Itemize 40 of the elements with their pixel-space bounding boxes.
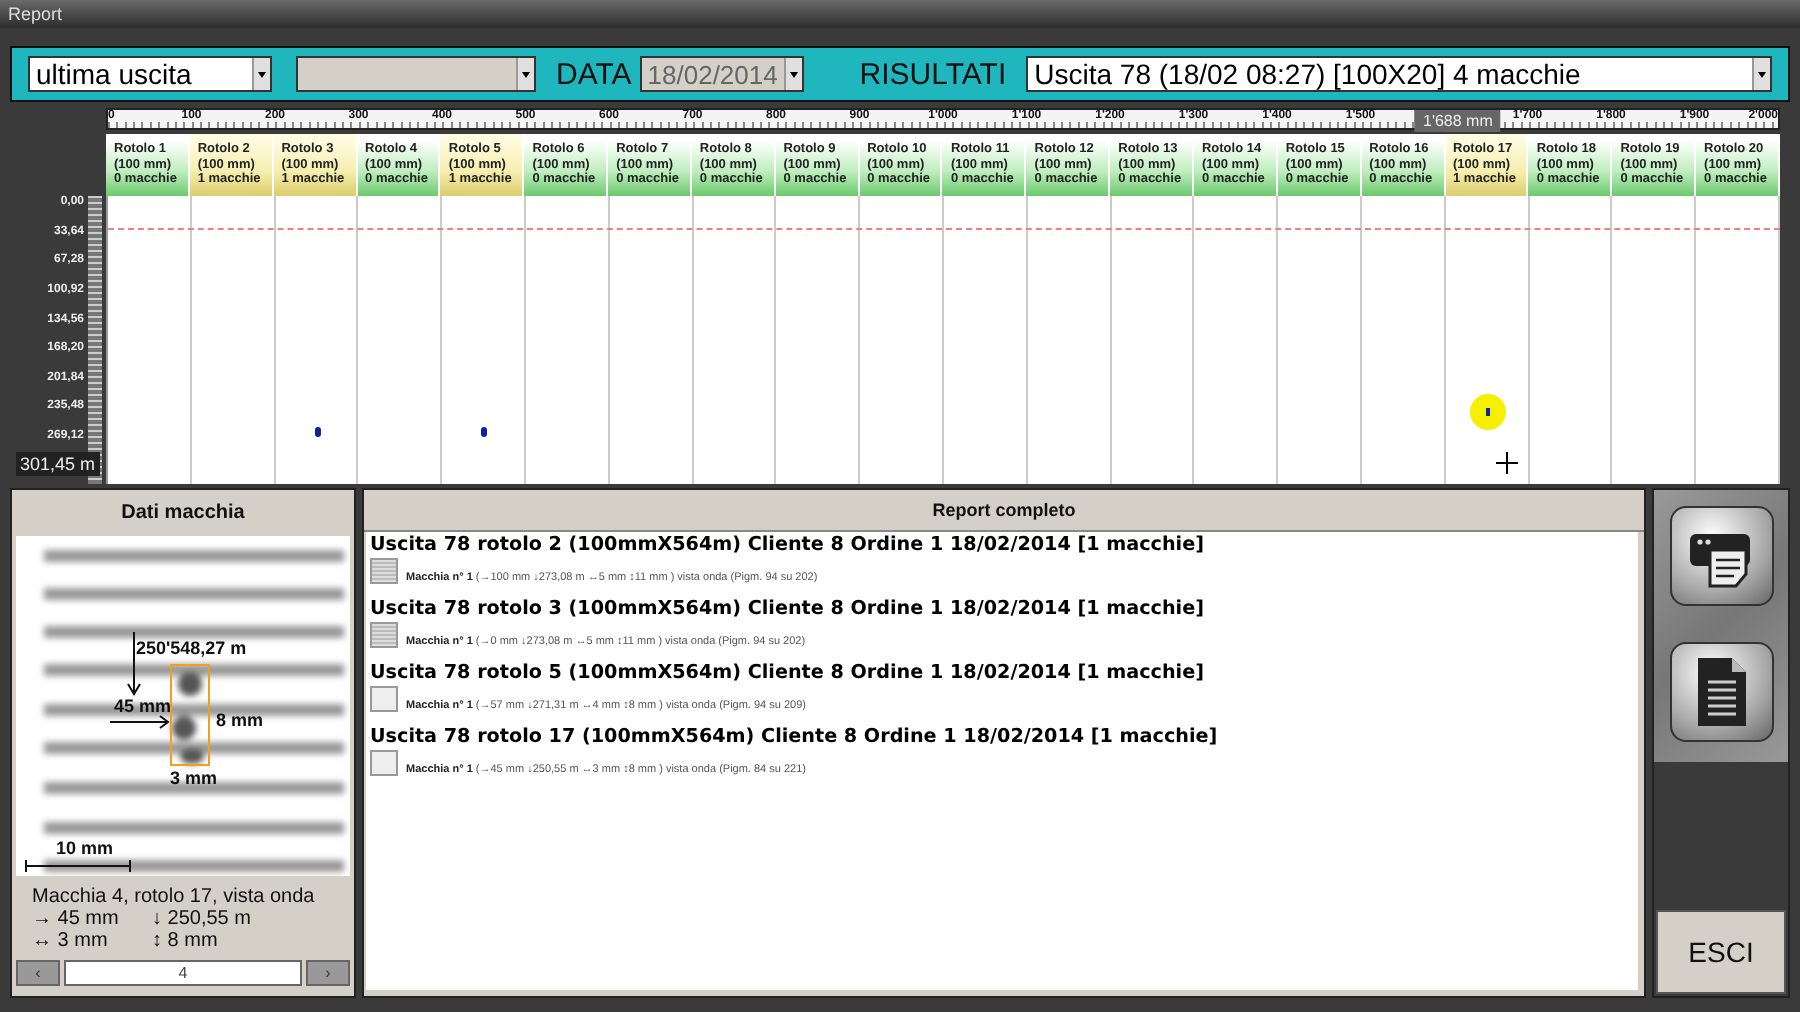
window-title: Report (0, 0, 1800, 28)
report-entry-title: Uscita 78 rotolo 2 (100mmX564m) Cliente 8 Ordine 1 18/02/2014 [1 macchie] (368, 534, 1206, 556)
results-dropdown[interactable]: Uscita 78 (18/02 08:27) [100X20] 4 macchie (1026, 56, 1772, 92)
exit-button[interactable]: ESCI (1656, 910, 1786, 994)
spot-number-field[interactable]: 4 (64, 960, 302, 986)
report-entry-title: Uscita 78 rotolo 3 (100mmX564m) Cliente 8 Ordine 1 18/02/2014 [1 macchie] (368, 598, 1206, 620)
next-button[interactable]: › (306, 960, 350, 986)
spot-marker[interactable] (481, 427, 488, 438)
x-offset-label: 45 mm (114, 696, 172, 716)
position-marker[interactable]: 1'688 mm (1415, 110, 1501, 132)
date-label: DATA (556, 57, 632, 91)
thumbnail[interactable] (370, 750, 398, 776)
arrow-right-icon (110, 714, 170, 730)
width-label: 3 mm (170, 768, 218, 788)
thumbnail[interactable] (370, 622, 398, 648)
report-entry-title: Uscita 78 rotolo 17 (100mmX564m) Cliente 8 Ordine 1 18/02/2014 [1 macchie] (368, 726, 1220, 748)
spot-marker[interactable] (314, 427, 320, 438)
document-icon (1693, 656, 1749, 728)
position-label: 250'548,27 m (136, 638, 247, 658)
position-value: ↓ 250,55 m (152, 908, 253, 930)
length-reading: 301,45 m (16, 452, 100, 476)
width-value: ↔ 3 mm (32, 930, 110, 952)
report-entry-title: Uscita 78 rotolo 5 (100mmX564m) Cliente 8 Ordine 1 18/02/2014 [1 macchie] (368, 662, 1206, 684)
selected-spot-marker[interactable] (1469, 394, 1506, 430)
x-offset-value: → 45 mm (32, 908, 121, 930)
spot-outline (170, 664, 210, 766)
height-label: 8 mm (216, 710, 264, 730)
crosshair-cursor-icon (1496, 452, 1518, 474)
scale-label: 10 mm (56, 838, 114, 858)
previous-button[interactable]: ‹ (16, 960, 60, 986)
print-button[interactable] (1669, 506, 1773, 606)
scale-bar (24, 860, 132, 872)
height-value: ↕ 8 mm (152, 930, 220, 952)
results-label: RISULTATI (859, 57, 1007, 91)
mode-dropdown[interactable]: ultima uscita (28, 56, 272, 92)
document-button[interactable] (1669, 642, 1773, 742)
thumbnail[interactable] (370, 558, 398, 584)
thumbnail[interactable] (370, 686, 398, 712)
panel-title: Dati macchia (119, 500, 247, 528)
spot-title: Macchia 4, rotolo 17, vista onda (32, 886, 317, 908)
